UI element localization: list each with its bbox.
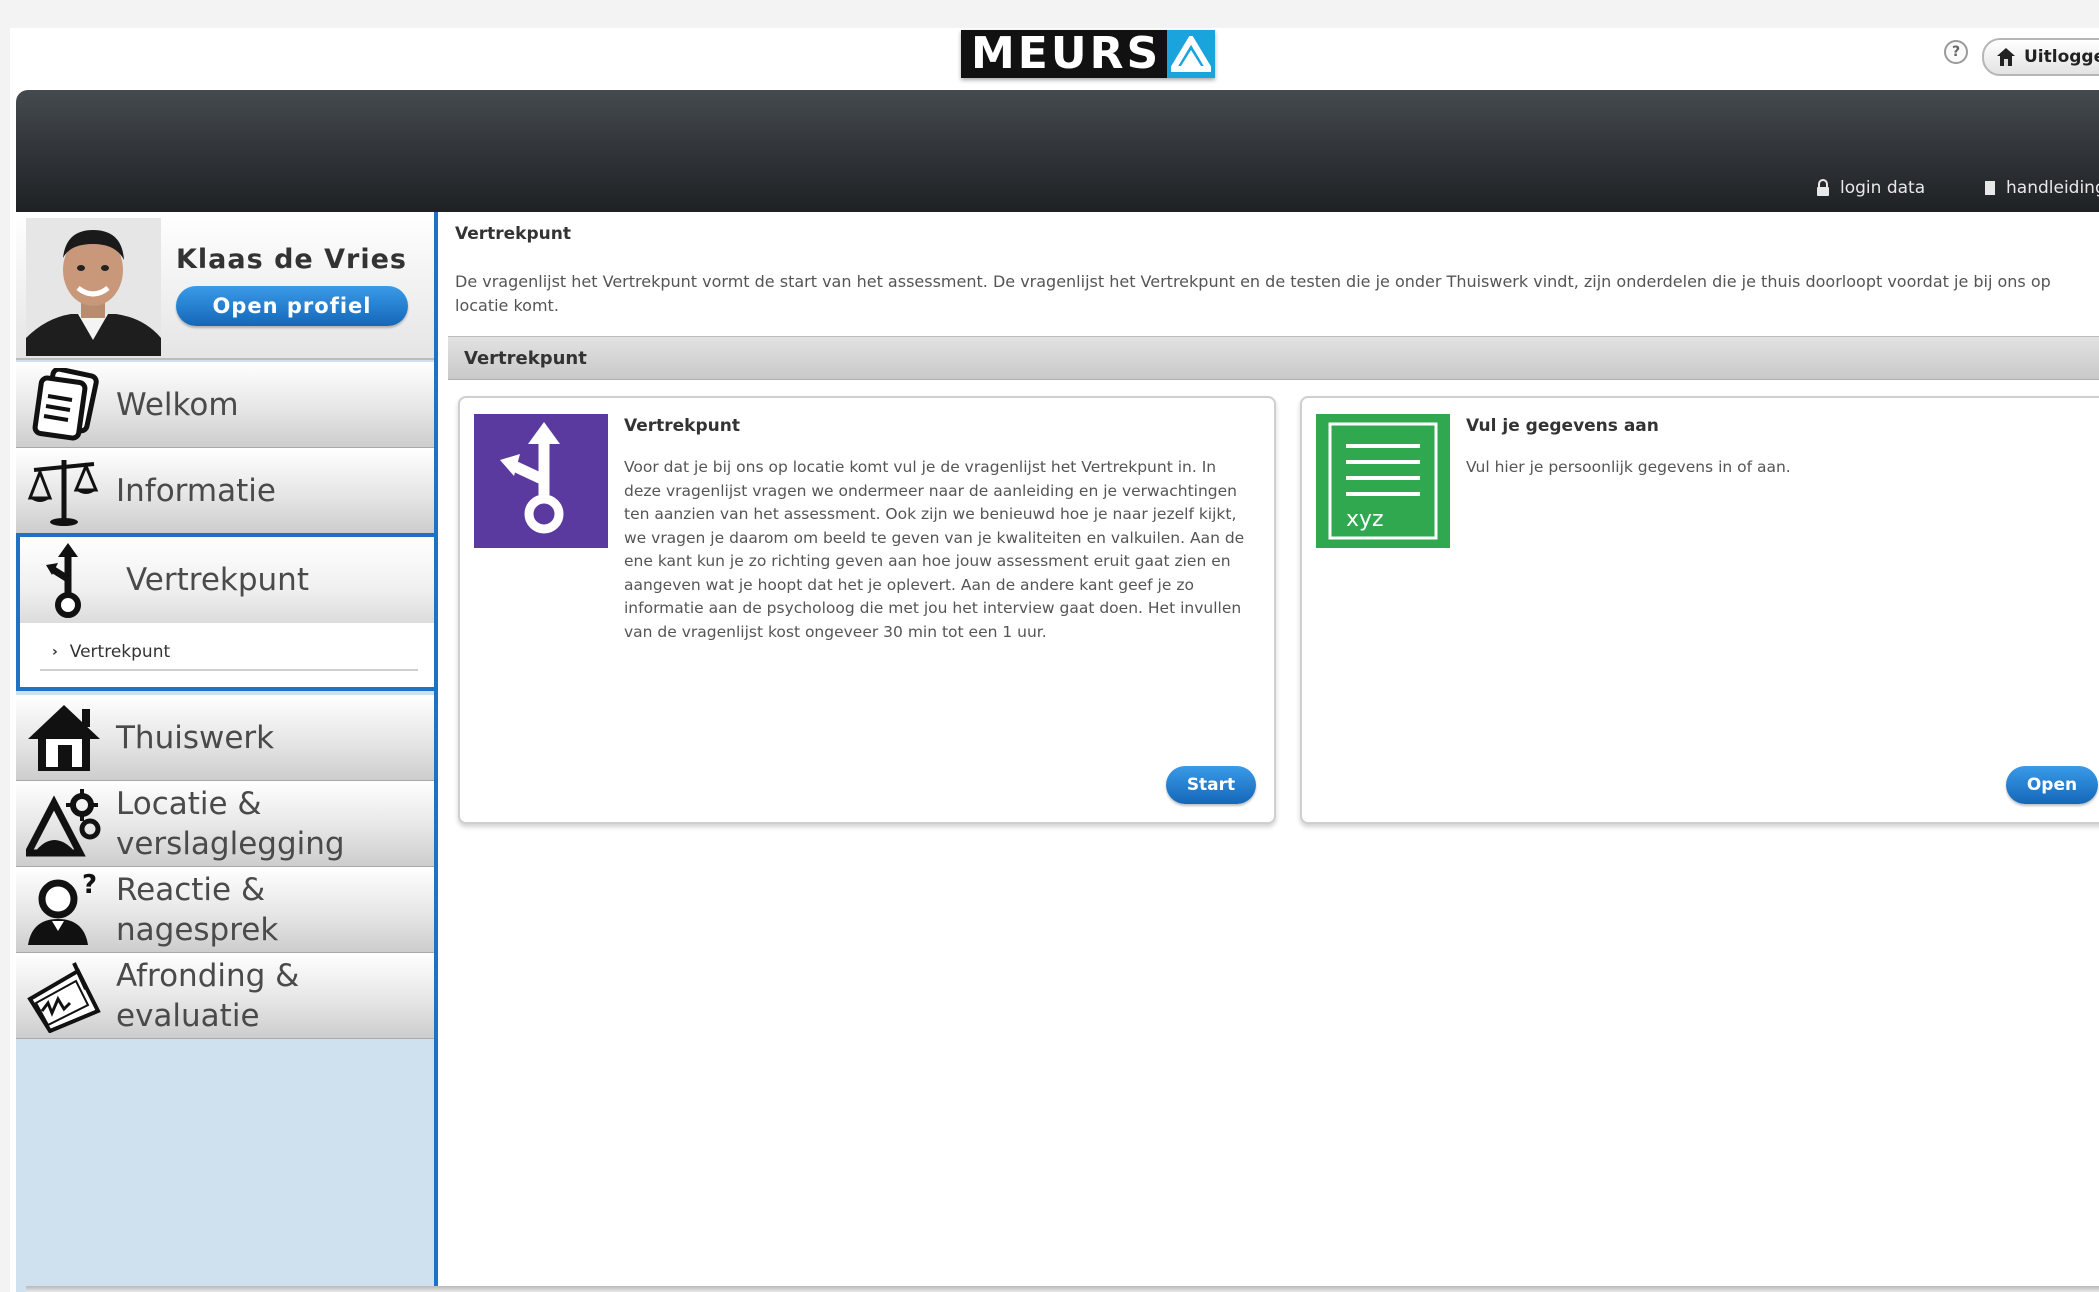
home-icon [1997, 48, 2015, 66]
sidebar-item-welkom[interactable]: Welkom [16, 362, 434, 448]
sidebar-item-label: Welkom [116, 387, 239, 423]
thumb-text: xyz [1346, 507, 1384, 532]
signpost-icon [46, 543, 81, 618]
documents-icon [32, 368, 99, 441]
location-gear-icon [26, 789, 101, 857]
meurs-logo: MEURS [961, 30, 1216, 78]
sidebar-item-afronding[interactable]: Afronding & evaluatie [16, 953, 434, 1039]
svg-text:?: ? [82, 873, 97, 900]
card-vertrekpunt: Vertrekpunt Voor dat je bij ons op locat… [458, 396, 1276, 824]
sidebar-item-vertrekpunt[interactable]: Vertrekpunt [20, 537, 434, 623]
manual-link[interactable]: handleiding [1984, 178, 2099, 198]
sidebar-item-label: Locatie & verslaglegging [116, 786, 345, 862]
profile-name: Klaas de Vries [176, 244, 407, 275]
form-document-icon: xyz [1316, 414, 1450, 548]
sidebar-item-locatie[interactable]: Locatie & verslaglegging [16, 781, 434, 867]
main-content: Vertrekpunt De vragenlijst het Vertrekpu… [440, 212, 2099, 1292]
sidebar-item-label: Thuiswerk [116, 720, 275, 756]
sidebar-item-thuiswerk[interactable]: Thuiswerk [16, 695, 434, 781]
vertrekpunt-signpost-icon [474, 414, 608, 548]
section-header: Vertrekpunt [448, 336, 2099, 380]
chevron-right-icon: › [52, 644, 58, 660]
avatar [26, 218, 161, 356]
manual-label: handleiding [2006, 178, 2099, 198]
logout-label: Uitloggen [2024, 47, 2099, 67]
sidebar-item-label: Reactie & nagesprek [116, 872, 279, 948]
sidebar-item-label: Informatie [116, 473, 276, 509]
page-title: Vertrekpunt [455, 224, 571, 244]
sidebar-item-label: Afronding & evaluatie [116, 958, 300, 1034]
logo-text: MEURS [961, 30, 1168, 78]
card-description: Vul hier je persoonlijk gegevens in of a… [1466, 458, 1791, 476]
top-navigation-bar: login data handleiding [16, 90, 2099, 212]
sidebar-subitem-vertrekpunt[interactable]: › Vertrekpunt [40, 635, 418, 671]
sidebar: Klaas de Vries Open profiel Welkom Infor… [16, 212, 438, 1292]
card-gegevens: xyz Vul je gegevens aan Vul hier je pers… [1300, 396, 2099, 824]
subitem-label: Vertrekpunt [69, 642, 171, 662]
scales-icon [27, 460, 99, 526]
sidebar-item-informatie[interactable]: Informatie [16, 448, 434, 534]
sidebar-item-reactie[interactable]: ? Reactie & nagesprek [16, 867, 434, 953]
start-button[interactable]: Start [1166, 766, 1256, 804]
open-button[interactable]: Open [2006, 766, 2098, 804]
person-question-icon: ? [28, 873, 97, 945]
help-icon[interactable]: ? [1944, 40, 1968, 64]
signed-paper-icon [27, 962, 101, 1033]
profile-panel: Klaas de Vries Open profiel [16, 212, 434, 360]
card-description: Voor dat je bij ons op locatie komt vul … [624, 458, 1245, 641]
document-icon [1985, 181, 1995, 195]
lock-icon [1817, 179, 1829, 196]
app-window: MEURS ? Uitloggen login data [10, 28, 2099, 1292]
logout-button[interactable]: Uitloggen [1982, 38, 2099, 76]
login-data-label: login data [1840, 178, 1926, 198]
card-title: Vul je gegevens aan [1466, 416, 1659, 436]
sidebar-item-label: Vertrekpunt [126, 562, 309, 598]
open-profile-button[interactable]: Open profiel [176, 286, 408, 326]
page-intro: De vragenlijst het Vertrekpunt vormt de … [455, 272, 2051, 315]
bottom-edge [26, 1286, 2099, 1292]
house-icon [28, 705, 100, 771]
card-title: Vertrekpunt [624, 416, 740, 436]
sidebar-group-vertrekpunt: Vertrekpunt › Vertrekpunt [16, 533, 434, 691]
section-title: Vertrekpunt [464, 348, 587, 369]
logo-triangle-icon [1167, 30, 1216, 78]
login-data-link[interactable]: login data [1816, 178, 1925, 198]
